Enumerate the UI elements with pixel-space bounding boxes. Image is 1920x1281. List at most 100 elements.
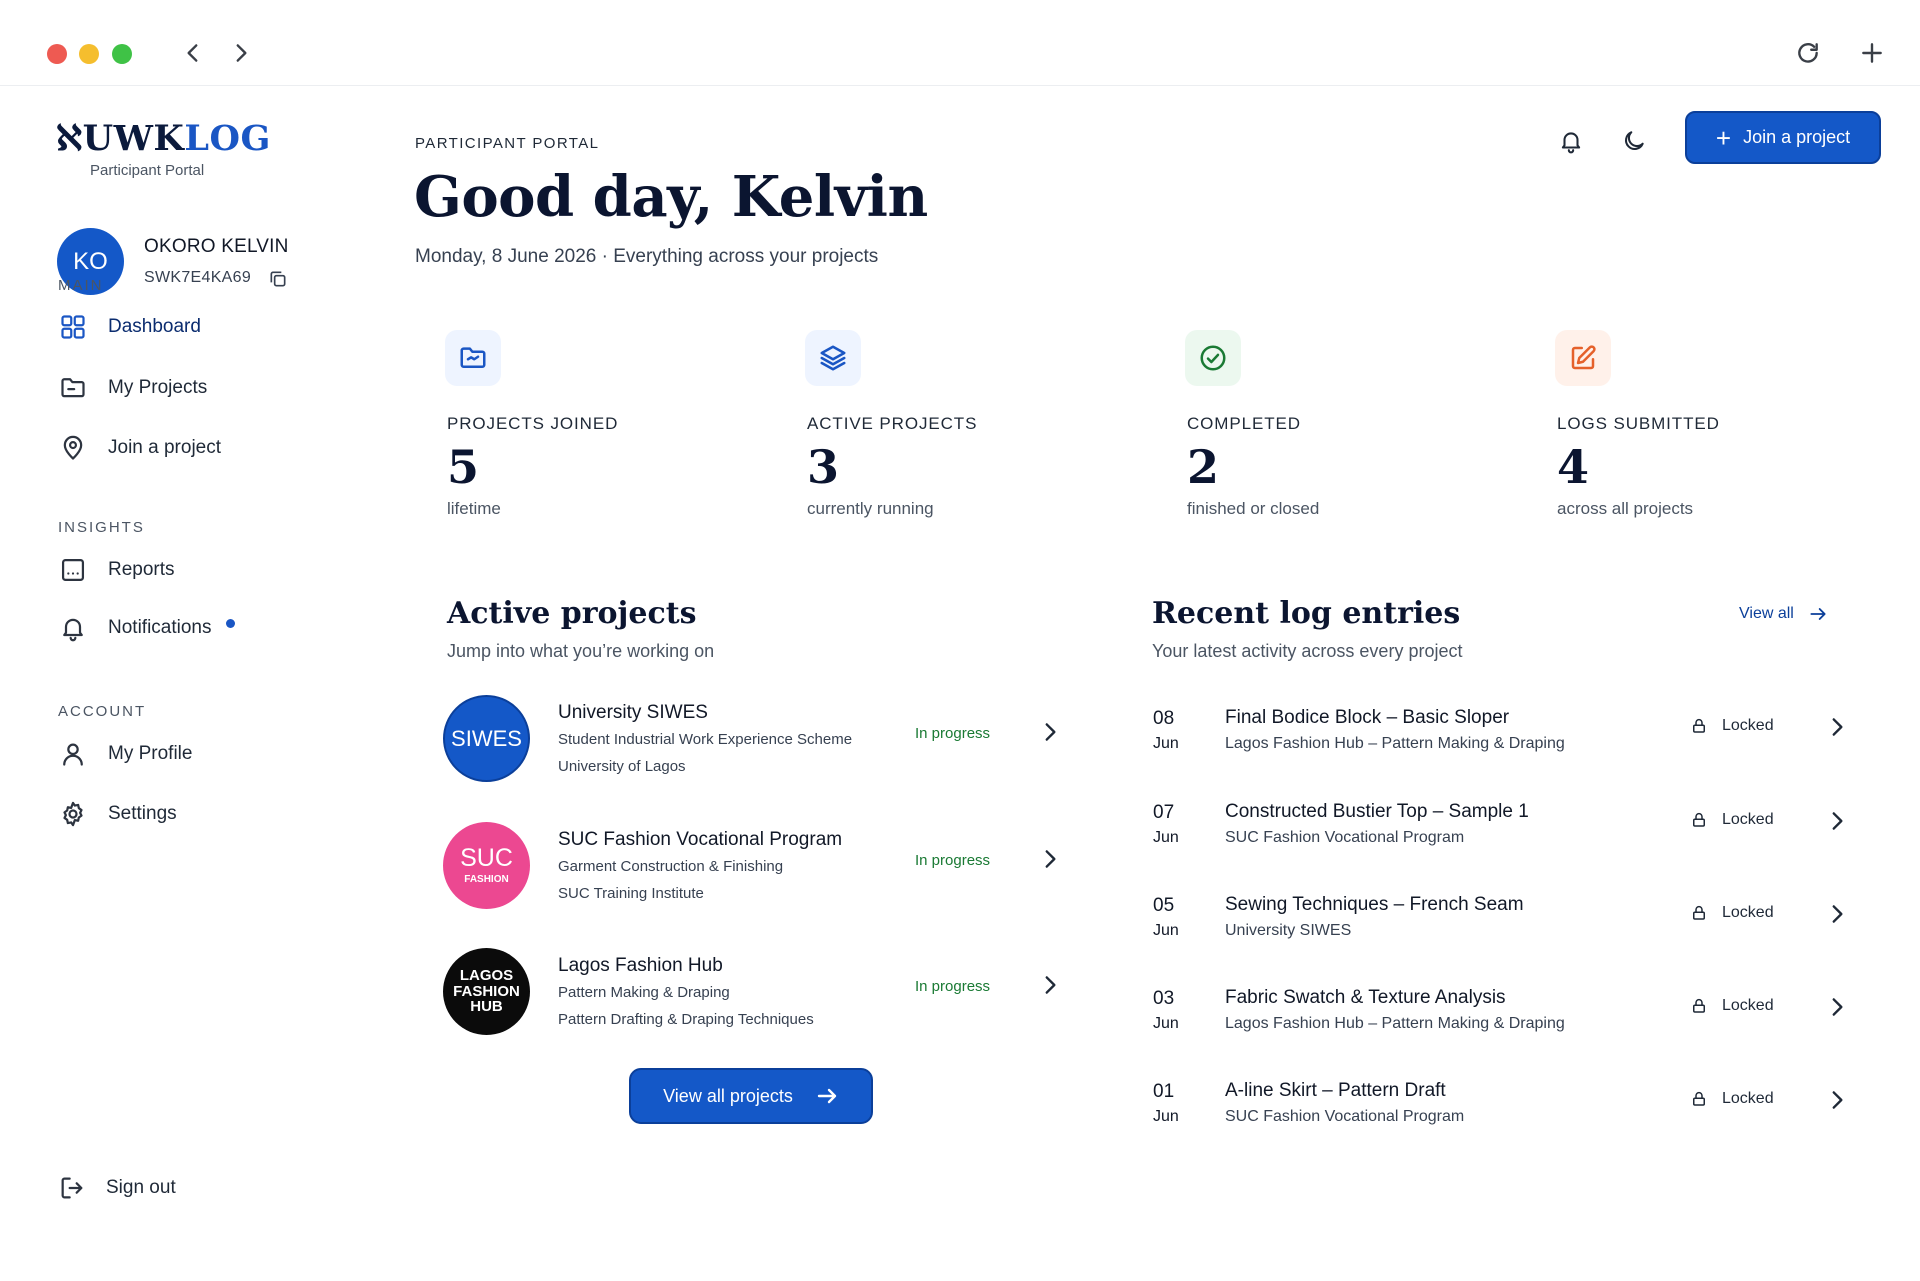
chevron-right-icon <box>1832 998 1843 1016</box>
log-entry[interactable]: 07 Jun Constructed Bustier Top – Sample … <box>1153 798 1853 868</box>
project-logo-text: SIWES <box>451 725 522 751</box>
chevron-right-icon <box>1045 723 1056 741</box>
chevron-right-icon <box>1832 718 1843 736</box>
log-open-button[interactable] <box>1824 901 1852 929</box>
notifications-button[interactable] <box>1555 125 1587 157</box>
log-open-button[interactable] <box>1824 714 1852 742</box>
stat-card-projects-joined: PROJECTS JOINED 5 lifetime <box>445 330 767 519</box>
stat-icon-box <box>1185 330 1241 386</box>
window-maximize-button[interactable] <box>112 44 132 64</box>
project-title: SUC Fashion Vocational Program <box>558 829 843 850</box>
stat-sub: finished or closed <box>1187 498 1320 518</box>
project-open-button[interactable] <box>1037 846 1065 874</box>
lock-icon <box>1693 1091 1705 1106</box>
stat-value: 4 <box>1557 440 1590 494</box>
stat-sub: lifetime <box>447 498 501 518</box>
check-circle-icon <box>1200 345 1226 371</box>
lock-icon <box>1693 812 1705 827</box>
project-title: Lagos Fashion Hub <box>558 955 723 976</box>
status-badge: Locked <box>1690 811 1774 829</box>
log-status-label: Locked <box>1722 1090 1774 1107</box>
log-entry[interactable]: 08 Jun Final Bodice Block – Basic Sloper… <box>1153 704 1853 774</box>
log-day: 08 <box>1153 708 1175 729</box>
active-projects-subtitle: Jump into what you’re working on <box>447 641 715 661</box>
brand-logo-uwk: UWK <box>82 118 185 159</box>
arrow-right-icon <box>1810 608 1826 620</box>
project-logo-text: LAGOS <box>459 966 514 984</box>
log-status-label: Locked <box>1722 811 1774 828</box>
log-month: Jun <box>1153 735 1179 752</box>
log-status-label: Locked <box>1722 904 1774 921</box>
project-card[interactable]: SUC FASHION SUC Fashion Vocational Progr… <box>443 822 1063 912</box>
sign-out-label: Sign out <box>106 1177 176 1198</box>
project-logo: SIWES <box>443 695 530 782</box>
stat-value: 5 <box>447 440 480 494</box>
sidebar-item-my-profile[interactable]: My Profile <box>58 734 308 774</box>
forward-button[interactable] <box>224 36 258 70</box>
log-project: Lagos Fashion Hub – Pattern Making & Dra… <box>1225 735 1565 752</box>
sidebar-item-reports[interactable]: Reports <box>58 550 308 590</box>
window-minimize-button[interactable] <box>79 44 99 64</box>
sidebar-item-label: Notifications <box>108 617 212 638</box>
sidebar-item-settings[interactable]: Settings <box>58 794 308 834</box>
brand-logo[interactable]: ℵUWKLOG <box>56 118 271 159</box>
chevron-right-icon <box>1832 1091 1843 1109</box>
stat-card-logs-submitted: LOGS SUBMITTED 4 across all projects <box>1555 330 1877 519</box>
log-month: Jun <box>1153 1015 1179 1032</box>
log-title: A-line Skirt – Pattern Draft <box>1225 1080 1446 1101</box>
log-title: Fabric Swatch & Texture Analysis <box>1225 987 1506 1008</box>
view-all-logs-link[interactable]: View all <box>1739 604 1828 624</box>
back-button[interactable] <box>176 36 210 70</box>
sidebar-item-my-projects[interactable]: My Projects <box>58 368 308 408</box>
report-icon <box>58 555 88 585</box>
log-entry[interactable]: 05 Jun Sewing Techniques – French Seam U… <box>1153 891 1853 961</box>
window-close-button[interactable] <box>47 44 67 64</box>
sidebar-item-label: Dashboard <box>108 316 201 337</box>
moon-icon <box>1625 131 1644 150</box>
status-badge: Locked <box>1690 904 1774 922</box>
layers-icon <box>820 345 846 371</box>
log-open-button[interactable] <box>1824 1087 1852 1115</box>
log-project: Lagos Fashion Hub – Pattern Making & Dra… <box>1225 1015 1565 1032</box>
project-organization: SUC Training Institute <box>558 885 704 902</box>
project-logo-subtext: FASHION <box>464 874 509 885</box>
project-program: Student Industrial Work Experience Schem… <box>558 731 853 748</box>
log-entry[interactable]: 03 Jun Fabric Swatch & Texture Analysis … <box>1153 984 1853 1054</box>
sidebar-section-insights: INSIGHTS <box>58 519 145 536</box>
log-entry[interactable]: 01 Jun A-line Skirt – Pattern Draft SUC … <box>1153 1077 1853 1147</box>
project-logo: SUC FASHION <box>443 822 530 909</box>
project-open-button[interactable] <box>1037 719 1065 747</box>
stat-value: 2 <box>1187 440 1220 494</box>
join-project-button[interactable]: + Join a project <box>1685 111 1881 164</box>
log-title: Constructed Bustier Top – Sample 1 <box>1225 801 1529 822</box>
log-open-button[interactable] <box>1824 994 1852 1022</box>
sidebar-item-join-project[interactable]: Join a project <box>58 428 308 468</box>
new-tab-button[interactable] <box>1855 36 1889 70</box>
status-badge: Locked <box>1690 997 1774 1015</box>
sidebar-item-label: Reports <box>108 559 175 580</box>
project-organization: University of Lagos <box>558 758 686 775</box>
log-open-button[interactable] <box>1824 808 1852 836</box>
reload-button[interactable] <box>1791 36 1825 70</box>
arrow-right-icon <box>817 1088 837 1104</box>
project-open-button[interactable] <box>1037 972 1065 1000</box>
chevron-left-icon <box>187 44 198 62</box>
status-badge: In progress <box>915 852 991 869</box>
project-card[interactable]: SIWES University SIWES Student Industria… <box>443 695 1063 785</box>
lock-icon <box>1693 718 1705 733</box>
log-status-label: Locked <box>1722 717 1774 734</box>
log-month: Jun <box>1153 922 1179 939</box>
sign-out-button[interactable]: Sign out <box>58 1168 176 1208</box>
page-title: Good day, Kelvin <box>414 164 928 230</box>
chevron-right-icon <box>1832 812 1843 830</box>
copy-id-button[interactable] <box>268 269 288 289</box>
sidebar: ℵUWKLOG Participant Portal KO OKORO KELV… <box>0 86 320 1281</box>
project-card[interactable]: LAGOS FASHION HUB Lagos Fashion Hub Patt… <box>443 948 1063 1038</box>
stat-icon-box <box>445 330 501 386</box>
stat-label: COMPLETED <box>1187 414 1301 433</box>
status-badge: In progress <box>915 725 991 742</box>
theme-toggle-button[interactable] <box>1618 125 1650 157</box>
sidebar-item-dashboard[interactable]: Dashboard <box>58 307 308 347</box>
sidebar-item-notifications[interactable]: Notifications <box>58 608 308 648</box>
view-all-projects-button[interactable]: View all projects <box>629 1068 873 1124</box>
